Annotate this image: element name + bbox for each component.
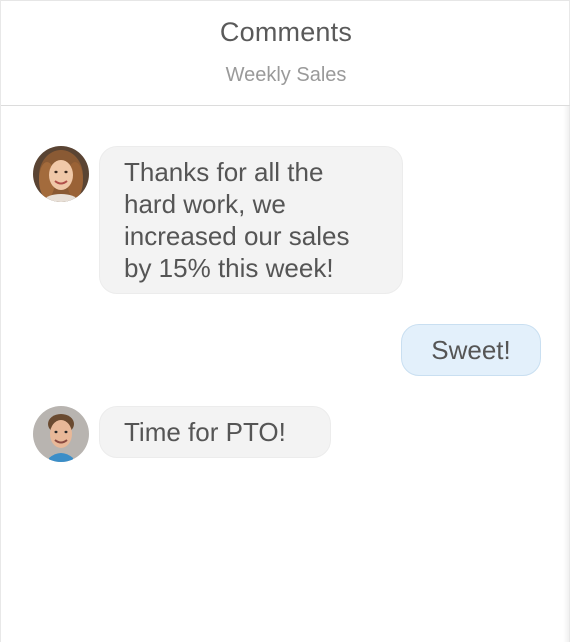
- message-text: Thanks for all the hard work, we increas…: [124, 157, 350, 283]
- message-text: Time for PTO!: [124, 417, 286, 447]
- woman-avatar-icon: [33, 146, 89, 202]
- page-title: Comments: [219, 17, 353, 47]
- message-text: Sweet!: [431, 335, 511, 365]
- comments-panel: Comments Weekly Sales Thanks for all the…: [0, 0, 570, 642]
- message-bubble: Time for PTO!: [99, 406, 331, 458]
- avatar-woman[interactable]: [33, 146, 89, 202]
- message-bubble-mine: Sweet!: [401, 324, 541, 376]
- man-avatar-icon: [33, 406, 89, 462]
- page-subtitle: Weekly Sales: [225, 64, 347, 86]
- avatar-man[interactable]: [33, 406, 89, 462]
- message-bubble: Thanks for all the hard work, we increas…: [99, 146, 403, 294]
- scroll-edge: [563, 106, 569, 642]
- comments-header: Comments Weekly Sales: [1, 0, 570, 106]
